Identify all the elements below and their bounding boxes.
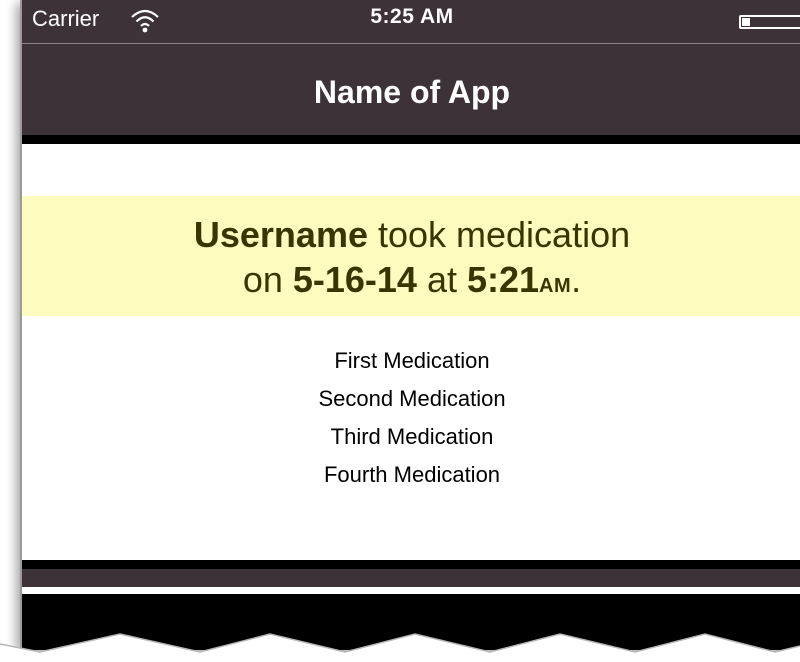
- medication-item[interactable]: Fourth Medication: [22, 460, 800, 498]
- screenshot-stage: Carrier 5:25 AM Name of App Username too…: [0, 0, 800, 662]
- medication-item[interactable]: Third Medication: [22, 422, 800, 460]
- banner-date: 5-16-14: [292, 259, 417, 300]
- medication-taken-banner: Username took medication on 5-16-14 at 5…: [22, 196, 800, 316]
- torn-paper-edge: [0, 633, 800, 662]
- status-bar: Carrier 5:25 AM: [22, 0, 800, 44]
- medication-list: First Medication Second Medication Third…: [22, 346, 800, 498]
- medication-item[interactable]: First Medication: [22, 346, 800, 384]
- bottom-divider: [22, 560, 800, 569]
- status-time: 5:25 AM: [370, 5, 454, 28]
- banner-line-1: Username took medication: [22, 214, 800, 256]
- nav-divider: [22, 135, 800, 144]
- bottom-bar: [22, 569, 800, 587]
- banner-line-2: on 5-16-14 at 5:21AM.: [22, 259, 800, 301]
- medication-item[interactable]: Second Medication: [22, 384, 800, 422]
- battery-level: [742, 18, 750, 26]
- banner-username: Username: [193, 214, 368, 255]
- banner-ampm: AM: [539, 275, 572, 297]
- banner-time: 5:21: [466, 259, 540, 300]
- banner-took-text: took medication: [367, 214, 631, 255]
- battery-icon: [739, 15, 800, 29]
- app-title: Name of App: [313, 74, 511, 110]
- banner-period: .: [571, 259, 582, 300]
- banner-at-text: at: [416, 259, 467, 300]
- phone-screen: Carrier 5:25 AM Name of App Username too…: [20, 0, 800, 650]
- navigation-bar: Name of App: [22, 44, 800, 135]
- banner-on-text: on: [242, 259, 293, 300]
